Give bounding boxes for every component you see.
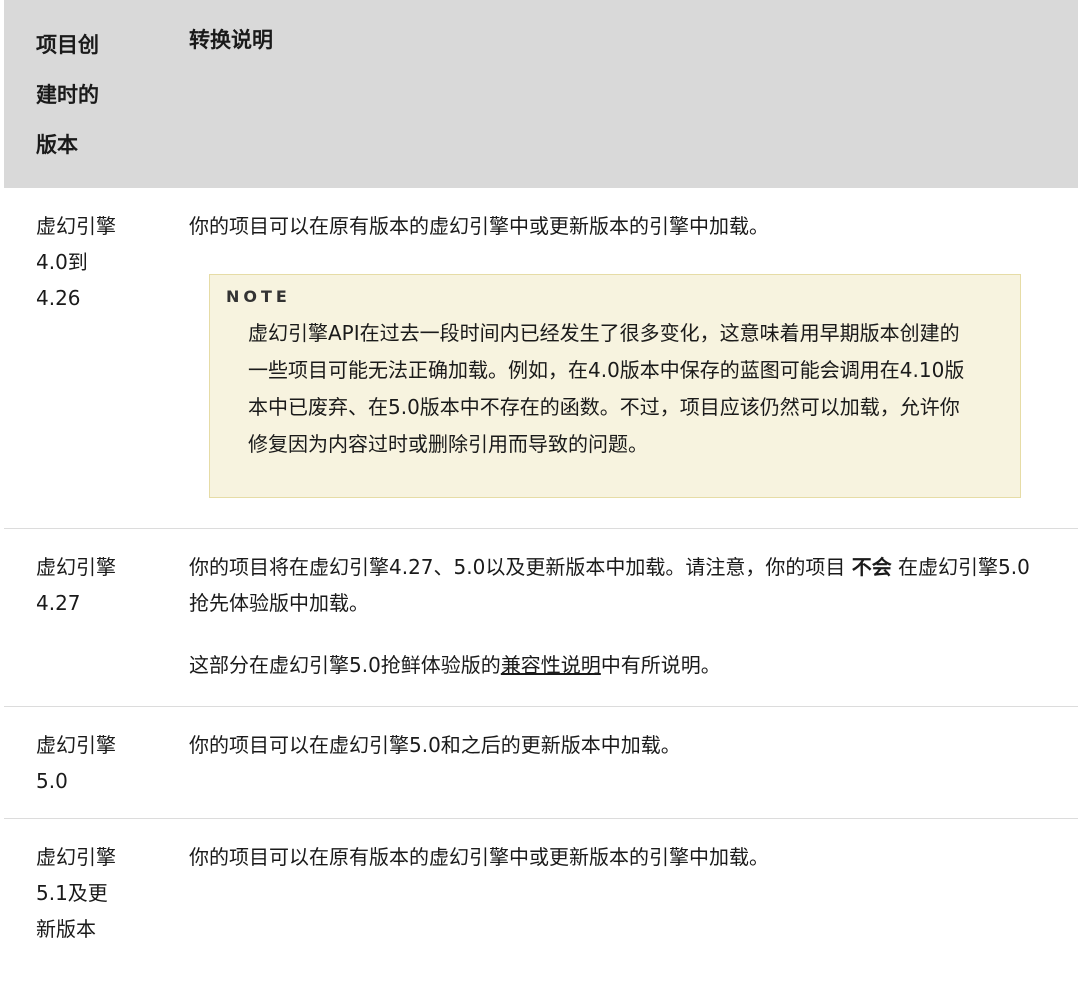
description-cell: 你的项目可以在原有版本的虚幻引擎中或更新版本的引擎中加载。 — [189, 845, 769, 869]
note-text: 虚幻引擎API在过去一段时间内已经发生了很多变化，这意味着用早期版本创建的 一些… — [248, 315, 1004, 463]
note-line: 一些项目可能无法正确加载。例如，在4.0版本中保存的蓝图可能会调用在4.10版 — [248, 358, 965, 382]
description-cell: 你的项目可以在原有版本的虚幻引擎中或更新版本的引擎中加载。 — [189, 214, 769, 238]
version-line: 4.0到 — [36, 250, 88, 274]
emphasis-text: 不会 — [851, 555, 892, 579]
note-label: NOTE — [226, 287, 291, 306]
note-line: 本中已废弃、在5.0版本中不存在的函数。不过，项目应该仍然可以加载，允许你 — [248, 395, 960, 419]
table-header-row: 项目创 建时的 版本 转换说明 — [4, 0, 1078, 188]
header-version-line: 建时的 — [36, 83, 99, 107]
table-row: 虚幻引擎 4.0到 4.26 你的项目可以在原有版本的虚幻引擎中或更新版本的引擎… — [4, 188, 1078, 529]
note-line: 修复因为内容过时或删除引用而导致的问题。 — [248, 432, 648, 456]
version-line: 新版本 — [36, 917, 96, 941]
version-cell: 虚幻引擎 4.27 — [36, 549, 146, 621]
version-cell: 虚幻引擎 5.1及更 新版本 — [36, 839, 146, 947]
version-line: 5.0 — [36, 769, 68, 793]
version-cell: 虚幻引擎 4.0到 4.26 — [36, 208, 146, 316]
paragraph-text: 中有所说明。 — [600, 653, 721, 677]
version-line: 虚幻引擎 — [36, 733, 116, 757]
description-text: 你的项目将在虚幻引擎4.27、5.0以及更新版本中加载。请注意，你的项目 — [189, 555, 852, 579]
table-row: 虚幻引擎 5.1及更 新版本 你的项目可以在原有版本的虚幻引擎中或更新版本的引擎… — [4, 819, 1078, 997]
version-cell: 虚幻引擎 5.0 — [36, 727, 146, 799]
header-version-line: 项目创 — [36, 33, 99, 57]
version-line: 5.1及更 — [36, 881, 108, 905]
version-line: 虚幻引擎 — [36, 214, 116, 238]
note-line: 虚幻引擎API在过去一段时间内已经发生了很多变化，这意味着用早期版本创建的 — [248, 321, 960, 345]
version-line: 4.26 — [36, 286, 81, 310]
compatibility-paragraph: 这部分在虚幻引擎5.0抢鲜体验版的兼容性说明中有所说明。 — [189, 647, 1059, 683]
table-row: 虚幻引擎 4.27 你的项目将在虚幻引擎4.27、5.0以及更新版本中加载。请注… — [4, 529, 1078, 707]
version-line: 4.27 — [36, 591, 81, 615]
table-row: 虚幻引擎 5.0 你的项目可以在虚幻引擎5.0和之后的更新版本中加载。 — [4, 707, 1078, 819]
note-callout: NOTE 虚幻引擎API在过去一段时间内已经发生了很多变化，这意味着用早期版本创… — [209, 274, 1021, 498]
header-description-cell: 转换说明 — [189, 28, 273, 52]
conversion-table: 项目创 建时的 版本 转换说明 虚幻引擎 4.0到 4.26 你的项目可以在原有… — [4, 0, 1078, 997]
description-cell: 你的项目可以在虚幻引擎5.0和之后的更新版本中加载。 — [189, 733, 681, 757]
version-line: 虚幻引擎 — [36, 555, 116, 579]
compatibility-notes-link[interactable]: 兼容性说明 — [501, 653, 601, 677]
paragraph-text: 这部分在虚幻引擎5.0抢鲜体验版的 — [189, 653, 501, 677]
header-version-line: 版本 — [36, 133, 78, 157]
description-text: 在虚幻引擎5.0 — [891, 555, 1030, 579]
header-version-cell: 项目创 建时的 版本 — [36, 20, 146, 170]
description-cell: 你的项目将在虚幻引擎4.27、5.0以及更新版本中加载。请注意，你的项目 不会 … — [189, 549, 1059, 683]
description-line: 你的项目将在虚幻引擎4.27、5.0以及更新版本中加载。请注意，你的项目 不会 … — [189, 549, 1059, 585]
description-line: 抢先体验版中加载。 — [189, 591, 369, 615]
version-line: 虚幻引擎 — [36, 845, 116, 869]
